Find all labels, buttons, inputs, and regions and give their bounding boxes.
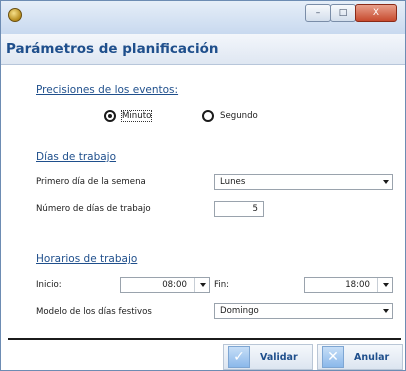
start-time-value: 08:00 xyxy=(162,280,187,290)
chevron-down-icon xyxy=(383,283,389,287)
maximize-button[interactable]: □ xyxy=(330,4,356,22)
radio-selected-icon xyxy=(104,110,116,122)
close-button[interactable]: X xyxy=(355,4,397,22)
start-time-select[interactable]: 08:00 xyxy=(120,277,210,293)
radio-second-label: Segundo xyxy=(220,111,258,121)
start-label: Inicio: xyxy=(36,280,62,290)
radio-unselected-icon xyxy=(202,110,214,122)
holiday-model-value: Domingo xyxy=(220,306,259,316)
radio-minute[interactable]: Minuto xyxy=(104,110,153,122)
chevron-down-icon xyxy=(383,180,389,184)
chevron-down-icon xyxy=(200,283,206,287)
title-bar: – □ X xyxy=(1,1,405,34)
minimize-button[interactable]: – xyxy=(305,4,331,22)
first-day-select[interactable]: Lunes xyxy=(214,174,393,190)
precision-heading: Precisiones de los eventos: xyxy=(36,84,179,96)
combo-separator xyxy=(377,278,378,292)
x-icon: ✕ xyxy=(322,346,344,368)
end-label: Fin: xyxy=(214,280,230,290)
dialog-title: Parámetros de planificación xyxy=(6,41,219,57)
combo-separator xyxy=(194,278,195,292)
validate-label: Validar xyxy=(260,351,298,363)
first-day-value: Lunes xyxy=(220,177,246,187)
window-controls: – □ X xyxy=(305,4,397,22)
hours-heading: Horarios de trabajo xyxy=(36,253,138,265)
dialog-window: – □ X Parámetros de planificación Precis… xyxy=(0,0,406,371)
check-icon: ✓ xyxy=(228,346,250,368)
end-time-select[interactable]: 18:00 xyxy=(304,277,393,293)
holiday-model-select[interactable]: Domingo xyxy=(214,303,393,319)
app-icon xyxy=(8,8,22,22)
radio-minute-label: Minuto xyxy=(120,110,153,122)
footer-divider xyxy=(8,338,401,340)
workday-count-field[interactable]: 5 xyxy=(214,201,264,217)
holiday-model-label: Modelo de los días festivos xyxy=(36,307,152,317)
first-day-label: Primero día de la semena xyxy=(36,177,146,187)
chevron-down-icon xyxy=(383,309,389,313)
cancel-label: Anular xyxy=(354,351,390,363)
end-time-value: 18:00 xyxy=(345,280,370,290)
radio-second[interactable]: Segundo xyxy=(202,110,258,122)
dialog-header: Parámetros de planificación xyxy=(1,34,405,65)
validate-button[interactable]: ✓ Validar xyxy=(223,344,313,370)
cancel-button[interactable]: ✕ Anular xyxy=(317,344,403,370)
workday-count-label: Número de días de trabajo xyxy=(36,204,151,214)
workdays-heading: Días de trabajo xyxy=(36,151,117,163)
